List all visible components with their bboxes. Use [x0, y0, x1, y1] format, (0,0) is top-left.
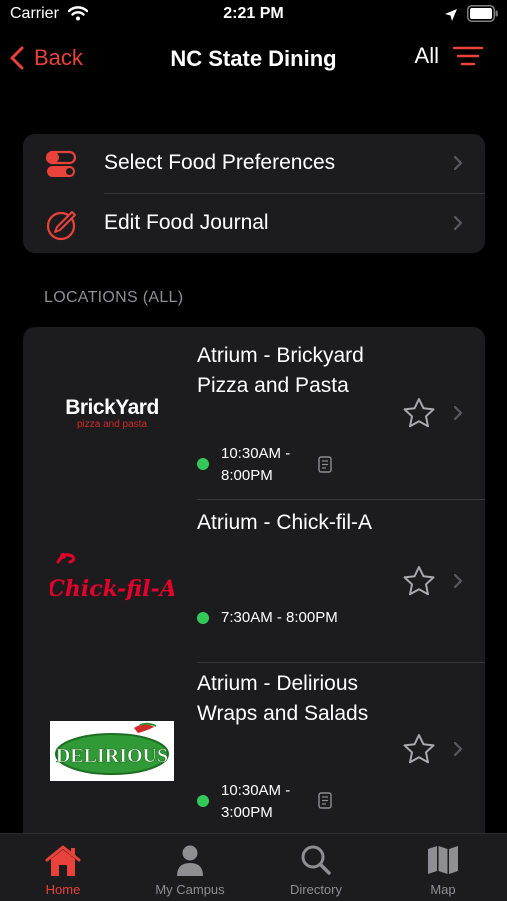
- favorite-star-icon[interactable]: [402, 565, 436, 597]
- edit-food-journal-label: Edit Food Journal: [104, 211, 269, 234]
- navigation-bar: Back NC State Dining All: [0, 36, 507, 80]
- svg-text:pizza and pasta: pizza and pasta: [77, 419, 147, 430]
- tab-home-label: Home: [45, 882, 81, 897]
- filter-button[interactable]: All: [415, 43, 483, 69]
- location-item-brickyard[interactable]: BrickYard pizza and pasta Atrium - Brick…: [23, 327, 485, 499]
- person-icon: [177, 845, 203, 876]
- chevron-right-icon: [453, 155, 463, 171]
- location-name: Atrium - Brickyard Pizza and Pasta: [197, 344, 364, 397]
- location-item-chick-fil-a[interactable]: Chick-fil-A Atrium - Chick-fil-A 7:30AM …: [23, 500, 485, 662]
- locations-list: BrickYard pizza and pasta Atrium - Brick…: [23, 327, 485, 847]
- delirious-logo: DELIRIOUS: [50, 721, 174, 781]
- chevron-right-icon: [453, 573, 463, 589]
- chevron-right-icon: [453, 405, 463, 421]
- tab-directory[interactable]: Directory: [253, 834, 379, 901]
- tab-home[interactable]: Home: [0, 834, 126, 901]
- location-arrow-icon: [445, 9, 457, 21]
- favorite-star-icon[interactable]: [402, 733, 436, 765]
- favorite-star-icon[interactable]: [402, 397, 436, 429]
- toggles-icon: [45, 150, 77, 177]
- filter-lines-icon: [453, 46, 483, 66]
- tab-my-campus[interactable]: My Campus: [127, 834, 253, 901]
- edit-food-journal-row[interactable]: Edit Food Journal: [23, 194, 485, 253]
- menu-note-icon[interactable]: [318, 456, 332, 473]
- location-hours: 7:30AM - 8:00PM: [221, 609, 338, 626]
- home-icon: [45, 845, 81, 876]
- status-bar: Carrier 2:21 PM: [0, 0, 507, 30]
- battery-icon: [467, 5, 498, 22]
- tab-my-campus-label: My Campus: [155, 882, 225, 897]
- edit-journal-icon: [46, 211, 76, 241]
- brickyard-logo: BrickYard pizza and pasta: [65, 396, 159, 430]
- chevron-right-icon: [453, 215, 463, 231]
- location-hours: 10:30AM - 3:00PM: [221, 782, 291, 821]
- svg-text:DELIRIOUS: DELIRIOUS: [56, 745, 168, 767]
- magnifier-icon: [301, 845, 331, 875]
- open-status-dot: [197, 458, 209, 470]
- select-food-preferences-row[interactable]: Select Food Preferences: [23, 134, 485, 193]
- location-hours: 10:30AM - 8:00PM: [221, 445, 291, 484]
- preferences-card: Select Food Preferences Edit Food Journa…: [23, 134, 485, 253]
- chevron-right-icon: [453, 741, 463, 757]
- status-time: 2:21 PM: [223, 5, 284, 22]
- location-item-delirious[interactable]: DELIRIOUS Atrium - Delirious Wraps and S…: [23, 663, 485, 847]
- tab-map-label: Map: [430, 882, 456, 897]
- location-name: Atrium - Chick-fil-A: [197, 511, 373, 534]
- svg-text:BrickYard: BrickYard: [65, 396, 159, 419]
- map-icon: [428, 846, 458, 874]
- select-food-preferences-label: Select Food Preferences: [104, 151, 336, 174]
- tab-directory-label: Directory: [289, 882, 342, 897]
- location-name: Atrium - Delirious Wraps and Salads: [197, 672, 369, 725]
- chick-fil-a-logo: Chick-fil-A: [50, 553, 174, 602]
- open-status-dot: [197, 612, 209, 624]
- tab-bar: Home My Campus Directory Map: [0, 833, 507, 901]
- menu-note-icon[interactable]: [318, 792, 332, 809]
- tab-map[interactable]: Map: [380, 834, 506, 901]
- locations-section-header: LOCATIONS (ALL): [44, 289, 184, 306]
- svg-text:Chick-fil-A: Chick-fil-A: [50, 576, 174, 602]
- open-status-dot: [197, 795, 209, 807]
- filter-label: All: [414, 43, 439, 68]
